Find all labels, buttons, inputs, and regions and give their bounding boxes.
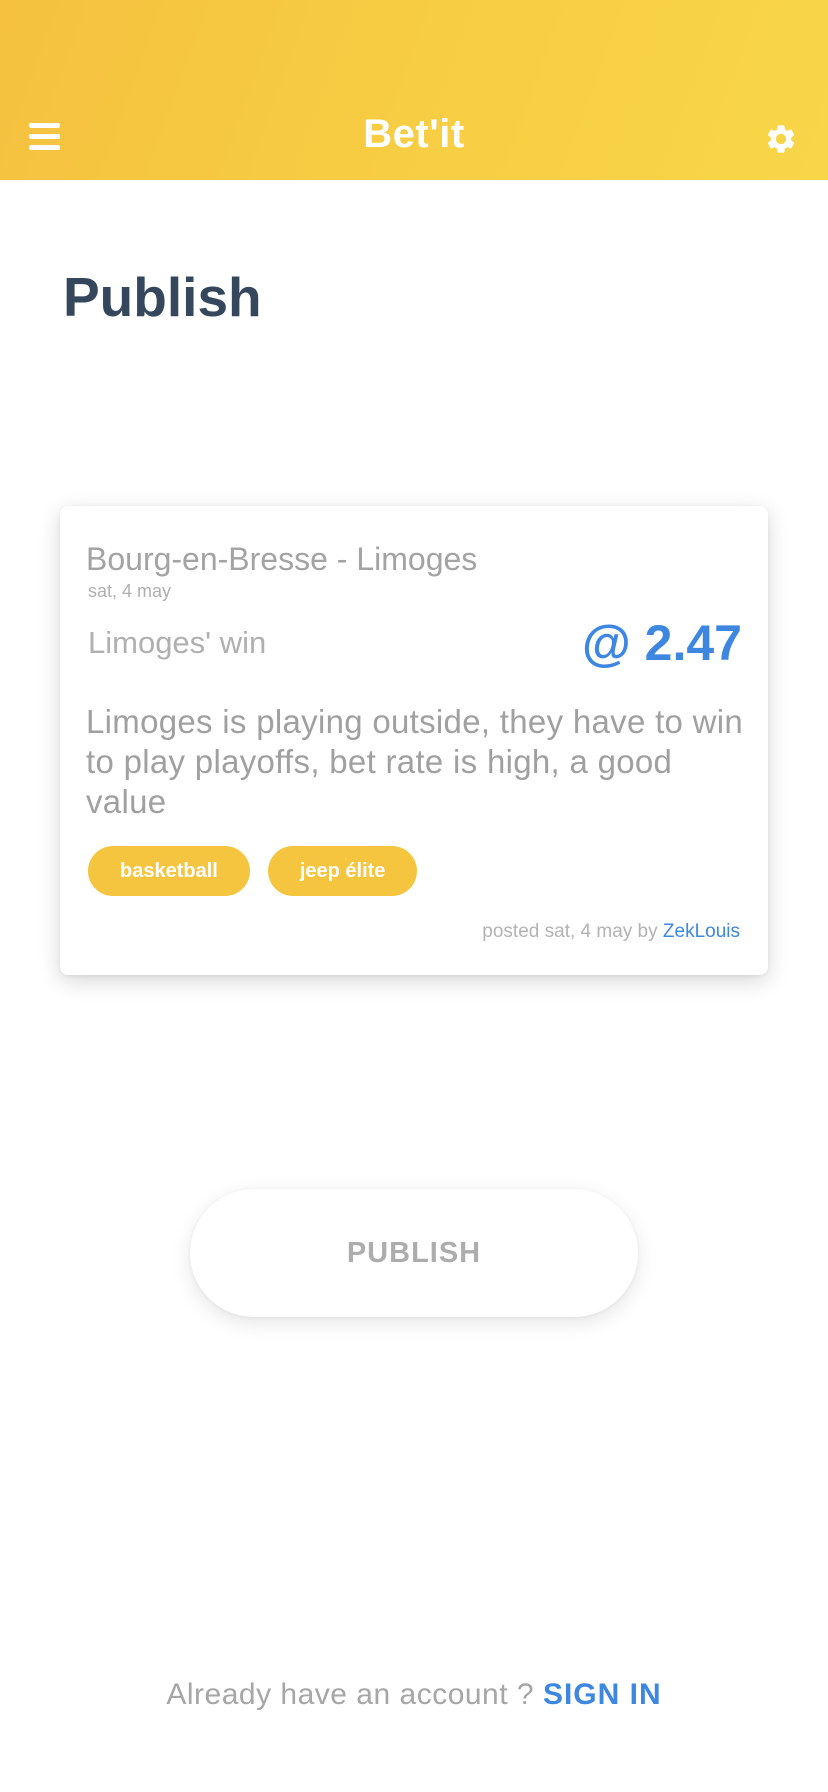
bet-pick: Limoges' win [88, 625, 267, 660]
gear-icon[interactable] [764, 122, 798, 156]
page-title: Publish [63, 266, 262, 328]
signin-prompt-text: Already have an account ? [166, 1678, 543, 1711]
match-date: sat, 4 may [88, 581, 172, 601]
bet-description: Limoges is playing outside, they have to… [86, 703, 744, 820]
app-header: Bet'it [0, 0, 828, 180]
publish-button[interactable]: PUBLISH [190, 1189, 638, 1317]
posted-info: posted sat, 4 may by ZekLouis [482, 920, 740, 944]
app-screen: Bet'it Publish Bourg-en-Bresse - Limoges… [0, 0, 828, 1792]
bet-odds: @ 2.47 [582, 615, 742, 671]
posted-prefix: posted sat, 4 may by [482, 921, 663, 942]
gear-icon-svg [767, 125, 795, 153]
signin-link[interactable]: SIGN IN [543, 1678, 662, 1711]
bet-preview-card: Bourg-en-Bresse - Limoges sat, 4 may Lim… [60, 506, 768, 975]
app-title: Bet'it [363, 112, 465, 156]
signin-prompt: Already have an account ? SIGN IN [0, 1675, 828, 1715]
author-link[interactable]: ZekLouis [663, 921, 740, 942]
tag-basketball[interactable]: basketball [88, 846, 250, 896]
tag-list: basketball jeep élite [88, 846, 435, 896]
match-title: Bourg-en-Bresse - Limoges [86, 541, 478, 577]
tag-jeep-elite[interactable]: jeep élite [267, 846, 418, 896]
